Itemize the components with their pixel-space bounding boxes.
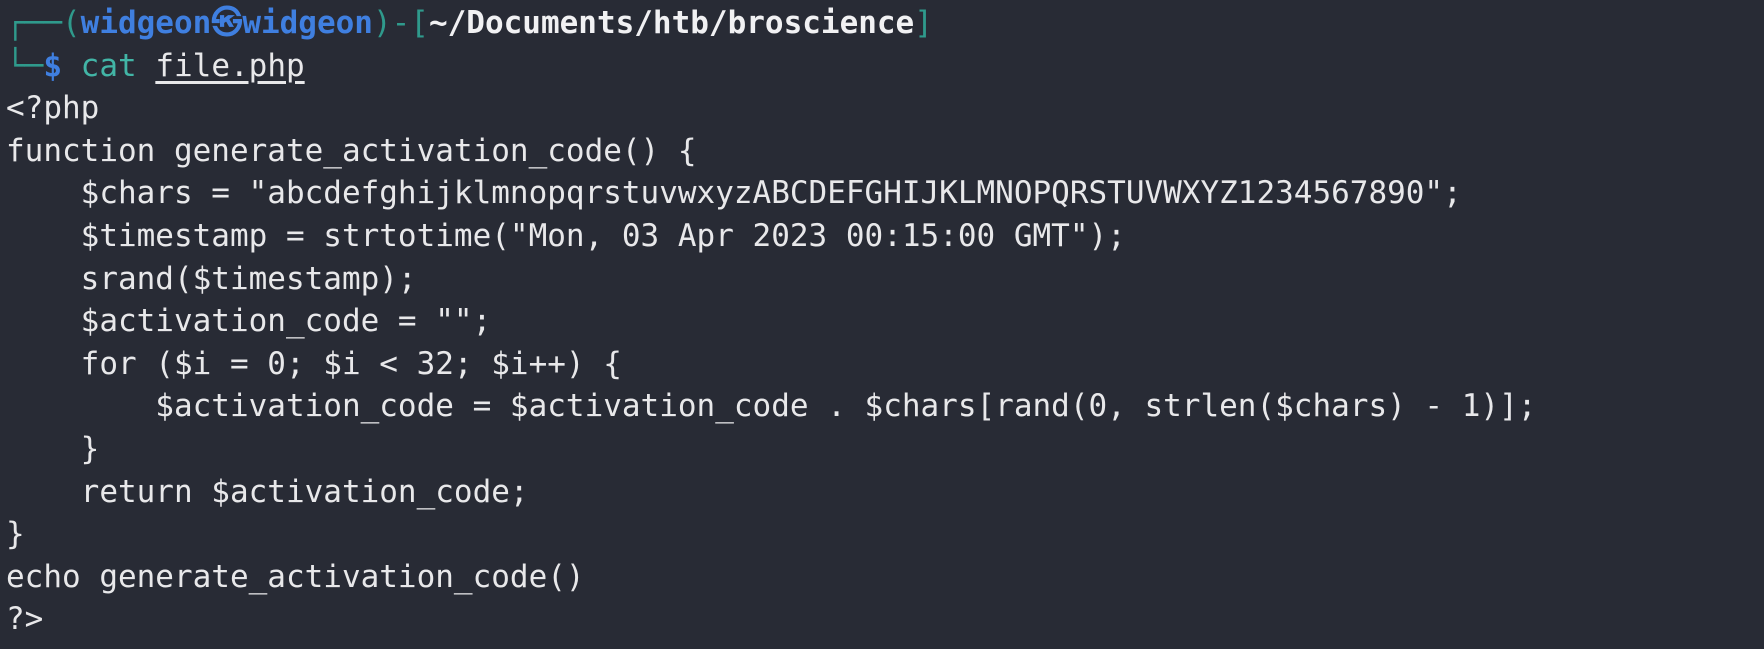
prompt-frame-bottom: └─: [6, 47, 44, 84]
output-line: $timestamp = strtotime("Mon, 03 Apr 2023…: [6, 217, 1126, 254]
prompt-user: widgeon: [80, 5, 212, 41]
prompt-frame-top: ┌──(: [6, 5, 81, 41]
output-line: }: [6, 430, 100, 467]
command-argument[interactable]: file.php: [155, 48, 304, 84]
prompt-command-line: └─$ cat file.php: [6, 45, 1764, 88]
terminal-window[interactable]: ┌──(widgeon㉿widgeon)-[~/Documents/htb/br…: [0, 2, 1764, 649]
output-line: for ($i = 0; $i < 32; $i++) {: [6, 345, 622, 382]
output-line: $activation_code = "";: [6, 303, 492, 340]
output-line: $chars = "abcdefghijklmnopqrstuvwxyzABCD…: [6, 175, 1462, 212]
output-line: function generate_activation_code() {: [6, 132, 697, 169]
output-line: $activation_code = $activation_code . $c…: [6, 388, 1537, 425]
output-line: }: [6, 516, 25, 553]
prompt-host: widgeon: [242, 5, 373, 41]
at-symbol-icon: ㉿: [211, 5, 243, 41]
output-line: ?>: [6, 601, 44, 638]
output-line: <?php: [6, 90, 100, 127]
output-line: srand($timestamp);: [6, 260, 417, 297]
prompt-cwd: ~/Documents/htb/broscience: [428, 5, 915, 41]
prompt-bracket-end: ]: [914, 5, 933, 41]
output-line: return $activation_code;: [6, 473, 529, 510]
prompt-header-line: ┌──(widgeon㉿widgeon)-[~/Documents/htb/br…: [6, 2, 1764, 45]
output-line: echo generate_activation_code(): [6, 558, 585, 595]
prompt-bracket-mid: )-[: [372, 5, 429, 41]
prompt-dollar: $: [43, 47, 62, 84]
command-name: cat: [80, 47, 137, 84]
